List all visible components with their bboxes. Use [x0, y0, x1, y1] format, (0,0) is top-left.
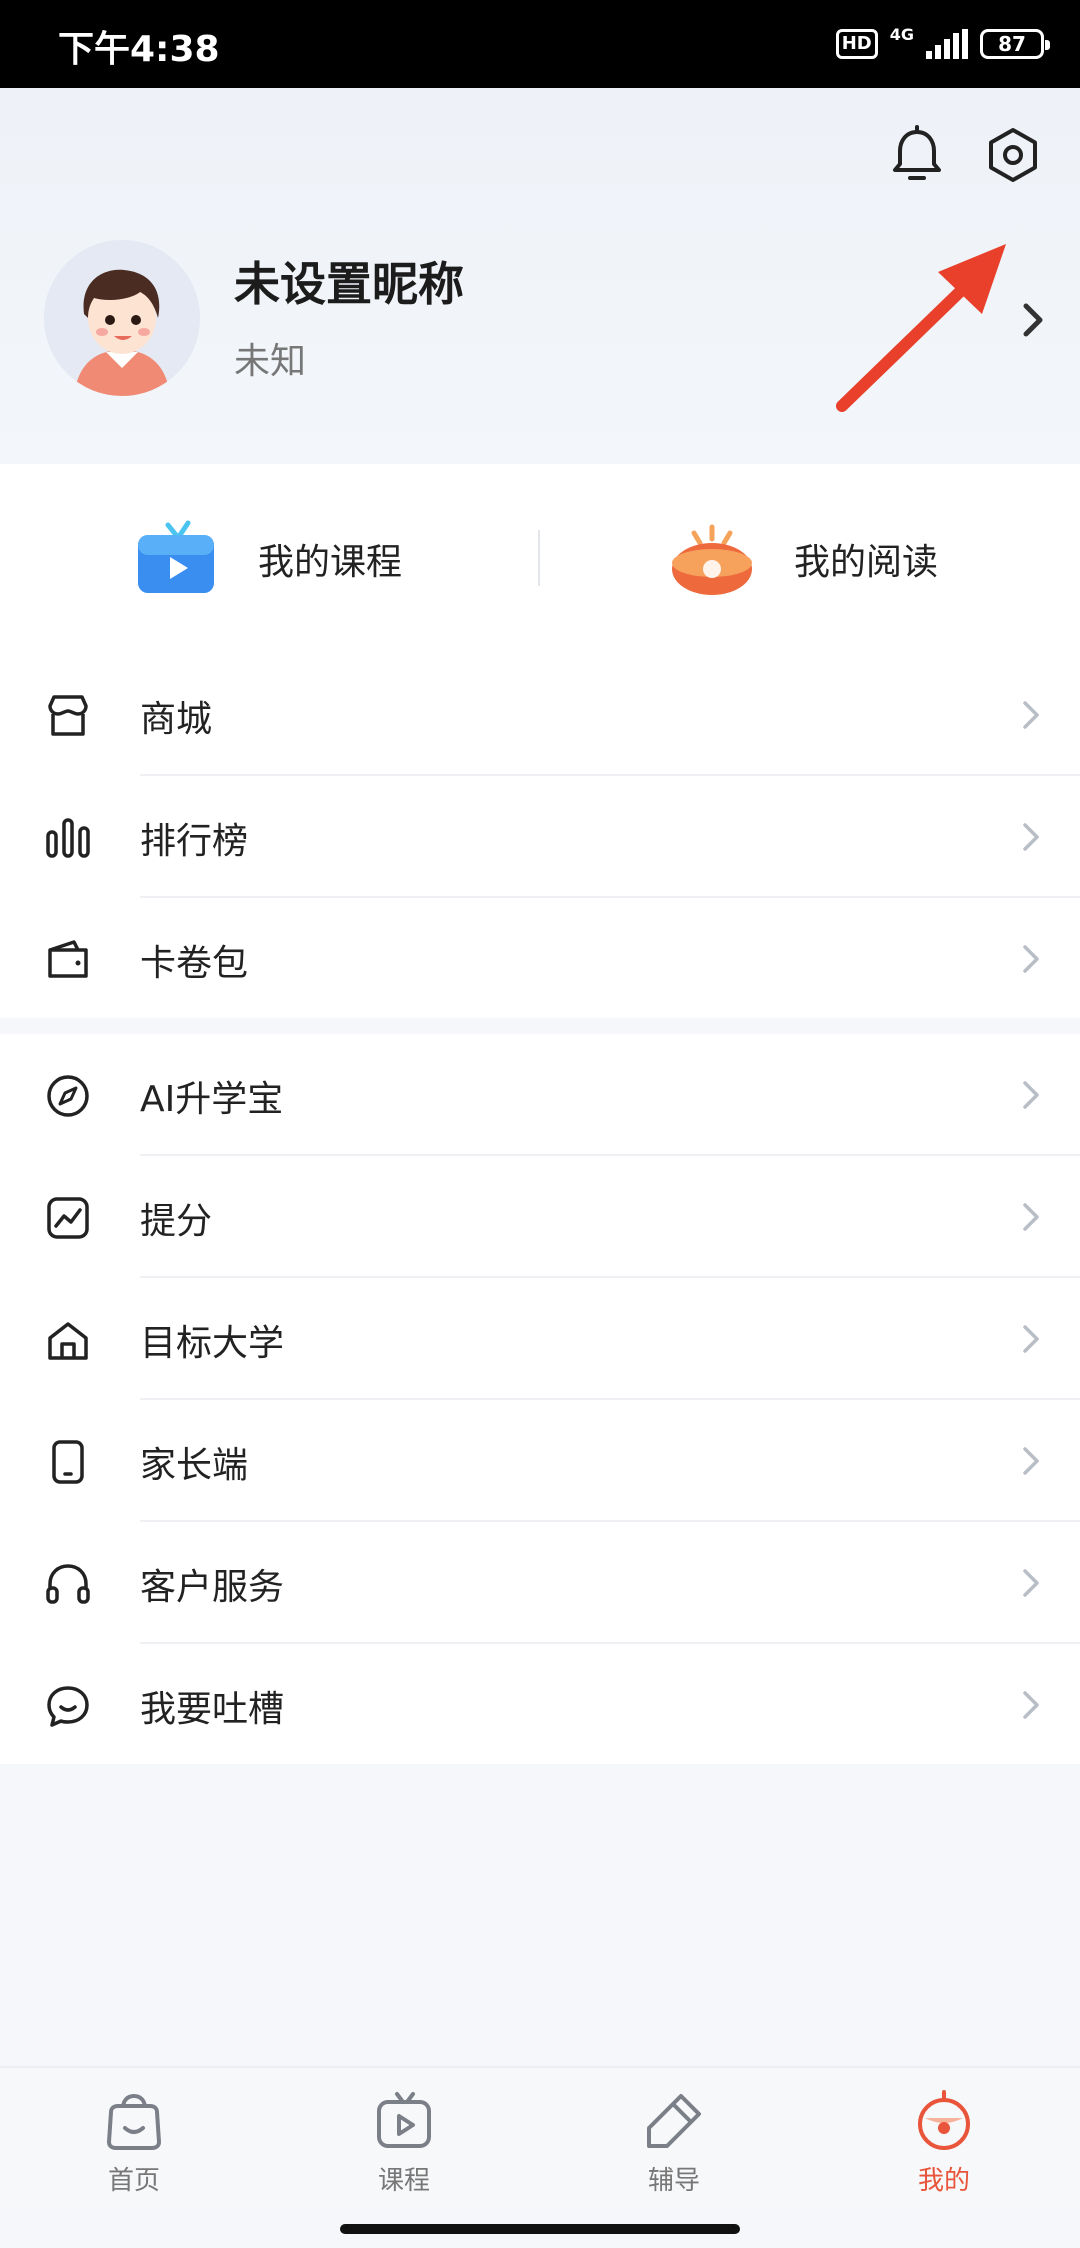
- menu-label: 客户服务: [140, 1567, 285, 1608]
- menu-label: 商城: [140, 699, 213, 740]
- chevron-right-icon: [1023, 701, 1039, 729]
- chevron-right-icon: [1023, 1081, 1039, 1109]
- menu-item-target-university[interactable]: 目标大学: [0, 1278, 1080, 1400]
- avatar-illustration: [44, 240, 200, 396]
- battery-level: 87: [998, 32, 1026, 56]
- chat-bubble-icon: [47, 1686, 89, 1727]
- menu-label: 卡卷包: [140, 943, 249, 984]
- menu-item-ranking[interactable]: 排行榜: [0, 776, 1080, 898]
- chevron-right-icon: [1023, 823, 1039, 851]
- menu-label: 我要吐槽: [140, 1689, 285, 1730]
- chevron-right-icon: [1023, 1691, 1039, 1719]
- tab-home[interactable]: 首页: [74, 2088, 194, 2197]
- chevron-right-icon: [1023, 1569, 1039, 1597]
- tab-label: 我的: [917, 2166, 970, 2196]
- menu-item-ai-advisor[interactable]: AI升学宝: [0, 1034, 1080, 1156]
- tab-label: 辅导: [647, 2166, 700, 2196]
- profile-header: 未设置昵称 未知: [0, 88, 1080, 464]
- gear-icon[interactable]: [980, 122, 1046, 188]
- ranking-bars-icon: [46, 818, 90, 858]
- menu-item-parent-app[interactable]: 家长端: [0, 1400, 1080, 1522]
- shop-icon: [48, 695, 88, 736]
- course-tv-icon: [377, 2092, 431, 2148]
- chart-line-icon: [47, 1197, 89, 1239]
- phone-icon: [52, 1440, 84, 1484]
- quick-entries: 我的课程 我的阅读: [0, 464, 1080, 654]
- chevron-right-icon: [1023, 1447, 1039, 1475]
- menu-item-shop[interactable]: 商城: [0, 654, 1080, 776]
- menu-label: 提分: [140, 1201, 213, 1242]
- chevron-right-icon[interactable]: [1016, 296, 1052, 344]
- compass-icon: [47, 1075, 89, 1117]
- menu-item-wallet[interactable]: 卡卷包: [0, 898, 1080, 1020]
- menu-label: 排行榜: [140, 821, 249, 862]
- my-reading-label: 我的阅读: [794, 542, 939, 583]
- eye-icon: [672, 524, 752, 595]
- menu-group-tools: AI升学宝 提分 目标大学 家长端 客户服务 我要吐槽: [0, 1034, 1080, 1764]
- building-icon: [48, 1322, 88, 1360]
- chevron-right-icon: [1023, 945, 1039, 973]
- chevron-right-icon: [1023, 1203, 1039, 1231]
- status-time: 下午4:38: [58, 29, 220, 70]
- status-icons: HD 4G 87: [835, 22, 1050, 66]
- tv-icon: [138, 520, 214, 593]
- pencil-tag-icon: [647, 2094, 701, 2148]
- bell-icon[interactable]: [884, 122, 950, 188]
- headset-icon: [46, 1564, 90, 1604]
- home-bag-icon: [107, 2093, 161, 2150]
- home-indicator[interactable]: [340, 2224, 740, 2234]
- menu-item-feedback[interactable]: 我要吐槽: [0, 1644, 1080, 1766]
- wallet-icon: [48, 940, 88, 978]
- my-reading-entry[interactable]: 我的阅读: [670, 514, 938, 604]
- nickname[interactable]: 未设置昵称: [234, 248, 464, 314]
- menu-label: 家长端: [140, 1445, 249, 1486]
- menu-label: 目标大学: [140, 1323, 285, 1364]
- my-courses-label: 我的课程: [258, 542, 403, 583]
- my-courses-entry[interactable]: 我的课程: [134, 514, 402, 604]
- battery-icon: 87: [980, 29, 1050, 59]
- menu-group-services: 商城 排行榜 卡卷包: [0, 654, 1080, 1018]
- avatar[interactable]: [44, 240, 200, 396]
- gender-label: 未知: [234, 341, 307, 382]
- divider: [538, 530, 540, 586]
- menu-item-score-up[interactable]: 提分: [0, 1156, 1080, 1278]
- network-type: 4G: [889, 24, 914, 44]
- tab-courses[interactable]: 课程: [344, 2088, 464, 2197]
- status-bar: 下午4:38 HD 4G 87: [0, 0, 1080, 88]
- signal-icon: [926, 29, 968, 59]
- annotation-arrow-icon: [836, 244, 1006, 412]
- tab-label: 课程: [377, 2166, 430, 2196]
- screen: 下午4:38 HD 4G 87 未设置昵称 未知 我的课程 我的阅读 商城 排行…: [0, 0, 1080, 2248]
- tab-mine[interactable]: 我的: [884, 2088, 1004, 2197]
- chevron-right-icon: [1023, 1325, 1039, 1353]
- tab-tutoring[interactable]: 辅导: [614, 2088, 734, 2197]
- menu-label: AI升学宝: [140, 1079, 284, 1120]
- bottom-tab-bar: 首页 课程 辅导 我的: [0, 2066, 1080, 2208]
- tab-label: 首页: [107, 2166, 160, 2196]
- menu-item-customer-service[interactable]: 客户服务: [0, 1522, 1080, 1644]
- hd-badge: HD: [835, 29, 878, 59]
- mine-face-icon: [918, 2090, 970, 2150]
